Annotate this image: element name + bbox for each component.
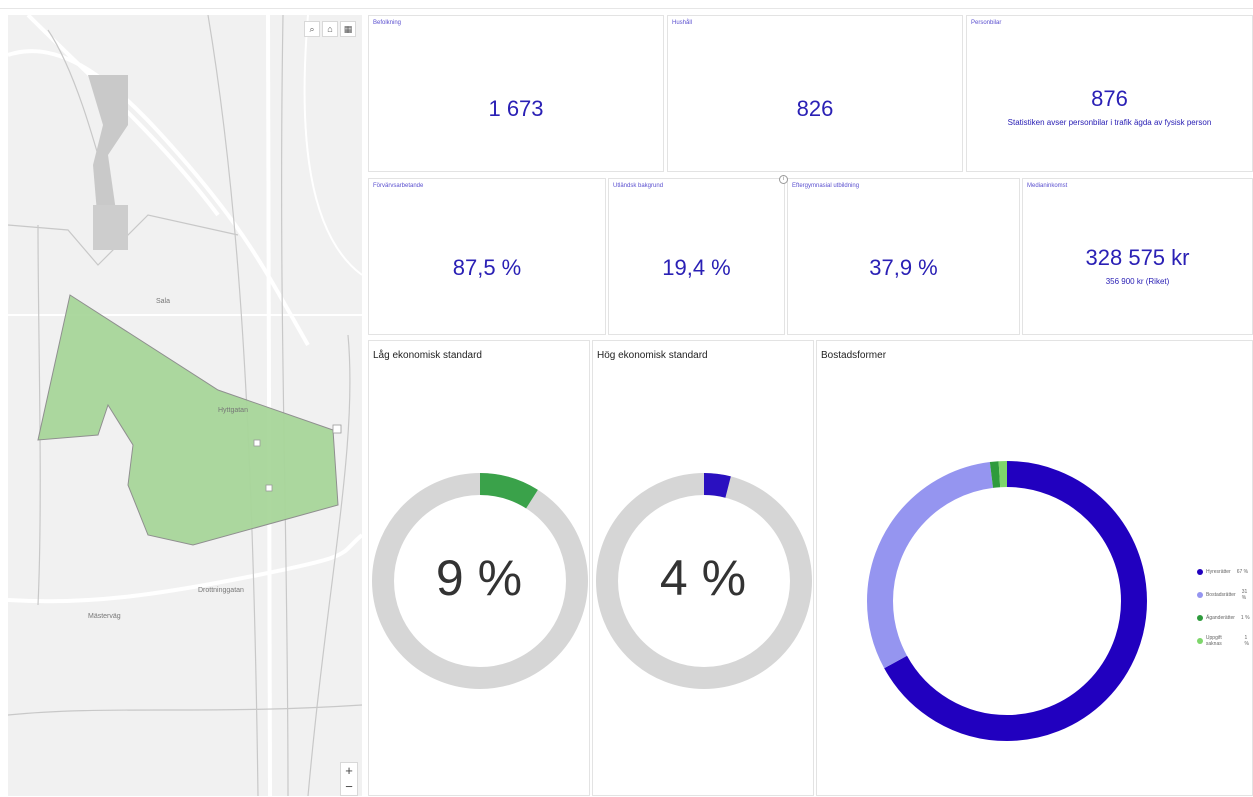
home-icon[interactable]: ⌂ [322, 21, 338, 37]
kpi-value: 826 [668, 96, 962, 122]
map-view[interactable]: Sala Hyttgatan Mästerväg Drottninggatan … [8, 15, 362, 796]
legend-label: Äganderätter [1206, 615, 1235, 621]
zoom-out-button[interactable]: − [341, 779, 357, 795]
kpi-title: Personbilar [971, 20, 1001, 26]
kpi-value: 328 575 kr [1023, 245, 1252, 271]
legend-value: 31 % [1242, 589, 1253, 601]
kpi-foreign-card: Utländsk bakgrund 19,4 % [608, 178, 785, 335]
legend-item[interactable]: Uppgift saknas 1 % [1197, 629, 1253, 652]
kpi-title: Befolkning [373, 20, 401, 26]
high-standard-chart-card: Hög ekonomisk standard 4 % [592, 340, 814, 796]
legend-swatch [1197, 569, 1203, 575]
zoom-in-button[interactable]: + [341, 763, 357, 779]
housing-legend: Hyresrätter 67 % Bostadsrätter 31 % Äganderä… [1197, 560, 1253, 652]
low-standard-chart-card: Låg ekonomisk standard 9 % [368, 340, 590, 796]
legend-value: 1 % [1245, 635, 1253, 647]
legend-label: Uppgift saknas [1206, 635, 1239, 647]
legend-item[interactable]: Äganderätter 1 % [1197, 606, 1253, 629]
kpi-title: Eftergymnasial utbildning [792, 183, 859, 189]
kpi-title: Hushåll [672, 20, 692, 26]
map-zoom-control: + − [340, 762, 358, 796]
kpi-title: Medianinkomst [1027, 183, 1067, 189]
housing-donut [817, 341, 1253, 797]
legend-value: 67 % [1237, 569, 1248, 575]
map-road-label: Hyttgatan [218, 407, 248, 414]
legend-label: Hyresrätter [1206, 569, 1231, 575]
legend-item[interactable]: Bostadsrätter 31 % [1197, 583, 1253, 606]
housing-chart-card: Bostadsformer [816, 340, 1253, 796]
kpi-title: Förvärvsarbetande [373, 183, 423, 189]
kpi-value: 87,5 % [369, 255, 605, 281]
kpi-income-card: Medianinkomst 328 575 kr 356 900 kr (Rik… [1022, 178, 1253, 335]
kpi-households-card: Hushåll 826 [667, 15, 963, 172]
donut-center-label: 4 % [593, 549, 813, 607]
kpi-title: Utländsk bakgrund [613, 183, 663, 189]
info-icon[interactable]: i [779, 175, 788, 184]
legend-swatch [1197, 638, 1203, 644]
donut-center-label: 9 % [369, 549, 589, 607]
legend-value: 1 % [1241, 615, 1250, 621]
legend-swatch [1197, 592, 1203, 598]
kpi-note: Statistiken avser personbilar i trafik ä… [967, 118, 1252, 127]
legend-swatch [1197, 615, 1203, 621]
map-place-label: Sala [156, 298, 170, 305]
kpi-note: 356 900 kr (Riket) [1023, 277, 1252, 286]
kpi-cars-card: Personbilar 876 Statistiken avser person… [966, 15, 1253, 172]
legend-item[interactable]: Hyresrätter 67 % [1197, 560, 1253, 583]
kpi-value: 876 [967, 86, 1252, 112]
legend-label: Bostadsrätter [1206, 592, 1236, 598]
map-basemap [8, 15, 362, 796]
search-icon[interactable]: ⌕ [304, 21, 320, 37]
kpi-education-card: Eftergymnasial utbildning 37,9 % [787, 178, 1020, 335]
kpi-value: 37,9 % [788, 255, 1019, 281]
kpi-population-card: Befolkning 1 673 [368, 15, 664, 172]
kpi-employment-card: Förvärvsarbetande 87,5 % [368, 178, 606, 335]
map-road-label: Mästerväg [88, 613, 121, 620]
qr-icon[interactable]: ▦ [340, 21, 356, 37]
map-toolbar: ⌕ ⌂ ▦ [304, 21, 356, 37]
kpi-value: 19,4 % [609, 255, 784, 281]
map-road-label: Drottninggatan [198, 587, 244, 594]
kpi-value: 1 673 [369, 96, 663, 122]
top-divider [0, 8, 1253, 9]
